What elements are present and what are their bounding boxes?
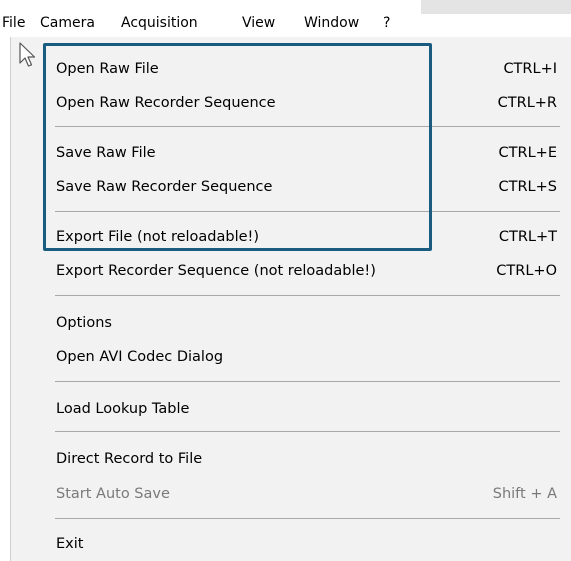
menu-item-label: Open Raw Recorder Sequence [56,95,276,111]
menu-view[interactable]: View [240,14,277,32]
menu-item-label: Exit [56,536,84,552]
menu-item-label: Load Lookup Table [56,401,190,417]
menu-item-label: Save Raw Recorder Sequence [56,179,273,195]
menu-item-label: Open AVI Codec Dialog [56,349,224,365]
menu-window[interactable]: Window [302,14,361,32]
menu-item-direct-record-to-file[interactable]: Direct Record to File [11,442,571,476]
menu-item-shortcut: CTRL+O [496,263,557,279]
menu-item-start-auto-save[interactable]: Start Auto Save Shift + A [11,477,571,511]
menu-item-shortcut: CTRL+E [498,145,557,161]
menu-item-label: Start Auto Save [56,486,170,502]
menu-item-label: Direct Record to File [56,451,203,467]
menu-item-export-recorder-sequence[interactable]: Export Recorder Sequence (not reloadable… [11,254,571,288]
menu-separator [55,381,560,382]
menu-acquisition[interactable]: Acquisition [119,14,200,32]
menu-item-shortcut: CTRL+S [498,179,558,195]
menu-file[interactable]: File [0,14,28,32]
menu-separator [55,431,560,432]
menu-item-label: Save Raw File [56,145,156,161]
menu-item-label: Export File (not reloadable!) [56,229,260,245]
menu-item-open-raw-file[interactable]: Open Raw File CTRL+I [11,52,571,86]
file-dropdown-menu: Open Raw File CTRL+I Open Raw Recorder S… [10,37,571,561]
menu-item-label: Options [56,315,112,331]
title-bar-fill [421,0,571,14]
menu-item-save-raw-recorder-sequence[interactable]: Save Raw Recorder Sequence CTRL+S [11,170,571,204]
menu-camera[interactable]: Camera [38,14,97,32]
menu-item-shortcut: Shift + A [492,486,557,502]
menu-item-label: Open Raw File [56,61,159,77]
menu-item-shortcut: CTRL+I [503,61,557,77]
menu-bar: File Camera Acquisition View Window ? [0,0,571,32]
menu-separator [55,211,560,212]
menu-item-options[interactable]: Options [11,306,571,340]
menu-item-shortcut: CTRL+T [498,229,557,245]
menu-item-open-raw-recorder-sequence[interactable]: Open Raw Recorder Sequence CTRL+R [11,86,571,120]
menu-separator [55,295,560,296]
mouse-pointer-icon [19,42,36,67]
menu-item-shortcut: CTRL+R [497,95,557,111]
menu-separator [55,126,560,127]
menu-item-label: Export Recorder Sequence (not reloadable… [56,263,376,279]
menu-item-save-raw-file[interactable]: Save Raw File CTRL+E [11,136,571,170]
menu-item-load-lookup-table[interactable]: Load Lookup Table [11,392,571,426]
menu-item-open-avi-codec-dialog[interactable]: Open AVI Codec Dialog [11,340,571,374]
menu-help[interactable]: ? [381,14,392,32]
menu-separator [55,518,560,519]
menu-item-export-file[interactable]: Export File (not reloadable!) CTRL+T [11,220,571,254]
menu-item-exit[interactable]: Exit [11,527,571,561]
